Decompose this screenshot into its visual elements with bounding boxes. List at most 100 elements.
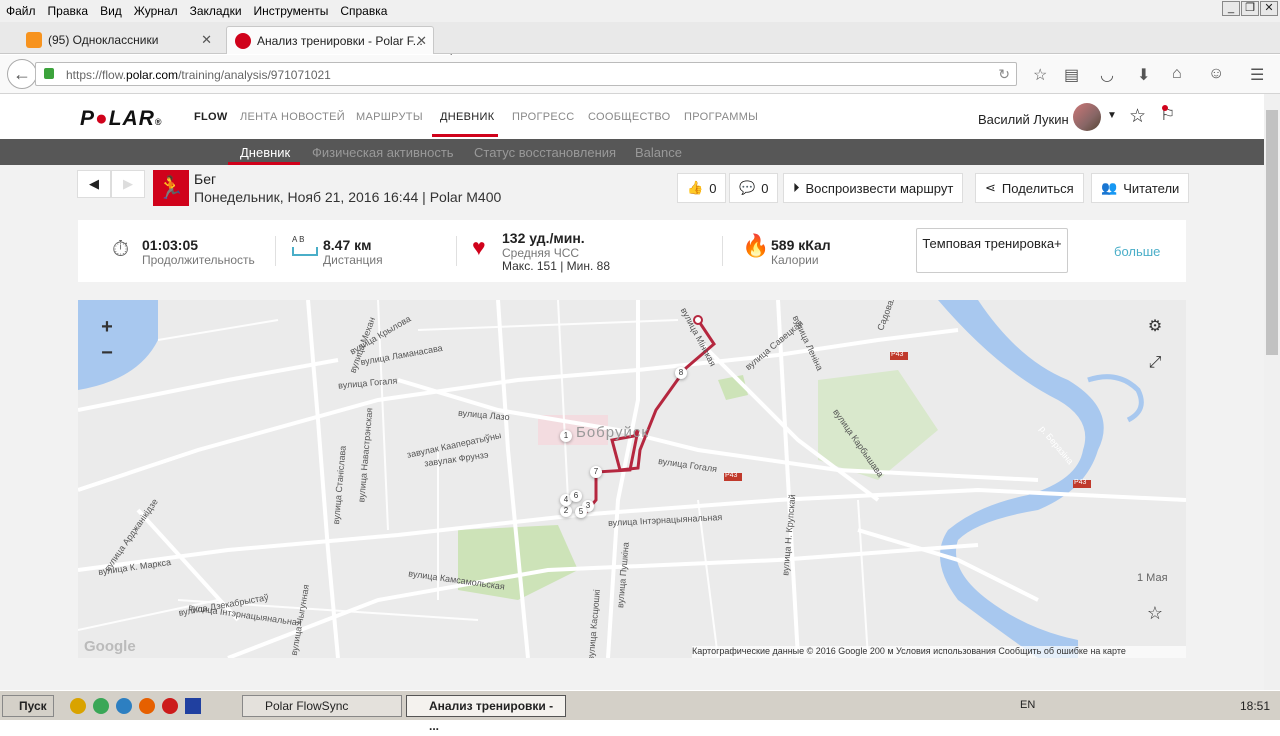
comment-button[interactable]: 💬 0 bbox=[729, 173, 779, 203]
site-header: P●LAR® FLOW ЛЕНТА НОВОСТЕЙ МАРШРУТЫ ДНЕВ… bbox=[0, 94, 1264, 139]
nav-active-underline bbox=[432, 134, 498, 137]
download-icon[interactable]: ⬇ bbox=[1137, 65, 1150, 85]
zoom-in-button[interactable]: + bbox=[94, 314, 120, 340]
clock: 18:51 bbox=[1240, 699, 1271, 713]
menu-view[interactable]: Вид bbox=[94, 4, 128, 18]
menu-tools[interactable]: Инструменты bbox=[248, 4, 335, 18]
next-training-button[interactable]: ▶ bbox=[111, 170, 145, 198]
menu-edit[interactable]: Правка bbox=[42, 4, 95, 18]
chevron-down-icon[interactable]: ▼ bbox=[1107, 110, 1117, 121]
maximize-button[interactable]: ❐ bbox=[1241, 1, 1259, 16]
app-icon[interactable] bbox=[116, 698, 132, 714]
hamburger-menu-icon[interactable]: ☰ bbox=[1250, 65, 1264, 85]
heart-rate-label: Средняя ЧСС bbox=[502, 246, 580, 260]
home-icon[interactable]: ⌂ bbox=[1172, 65, 1182, 83]
chrome-icon[interactable] bbox=[93, 698, 109, 714]
comment-icon: 💬 bbox=[739, 180, 756, 195]
like-button[interactable]: 👍 0 bbox=[677, 173, 727, 203]
tab-title: Анализ тренировки - Polar F... bbox=[257, 33, 423, 48]
more-link[interactable]: больше bbox=[1114, 244, 1160, 259]
task-polar-flowsync[interactable]: Polar FlowSync bbox=[242, 695, 402, 717]
route-map[interactable]: Р43 Р43 Р43 Бобруйск вулица Арджанікідзе… bbox=[78, 300, 1186, 658]
previous-training-button[interactable]: ◀ bbox=[77, 170, 111, 198]
lap-marker[interactable]: 7 bbox=[590, 466, 602, 478]
training-benefit-button[interactable]: Темповая тренировка+ bbox=[916, 228, 1068, 273]
share-button[interactable]: ⋖ Поделиться bbox=[975, 173, 1084, 203]
back-button[interactable]: ← bbox=[7, 59, 37, 89]
duration-value: 01:03:05 bbox=[142, 237, 199, 253]
running-icon: 🏃 bbox=[153, 170, 189, 206]
subnav-diary[interactable]: Дневник bbox=[240, 145, 290, 160]
lap-marker[interactable]: 1 bbox=[560, 430, 572, 442]
map-attribution[interactable]: Картографические данные © 2016 Google 20… bbox=[692, 646, 1186, 658]
google-logo: Google bbox=[84, 638, 136, 655]
language-indicator[interactable]: EN bbox=[1020, 699, 1035, 711]
bookmark-star-icon[interactable]: ☆ bbox=[1033, 65, 1047, 85]
flow-link[interactable]: FLOW bbox=[194, 111, 228, 123]
reload-icon[interactable]: ↻ bbox=[998, 66, 1010, 83]
minimize-button[interactable]: _ bbox=[1222, 1, 1240, 16]
city-label: Бобруйск bbox=[576, 424, 649, 441]
save-icon[interactable] bbox=[185, 698, 201, 714]
nav-progress[interactable]: ПРОГРЕСС bbox=[512, 111, 574, 123]
distance-label: Дистанция bbox=[323, 253, 383, 267]
calories-value: 589 кКал bbox=[771, 237, 831, 253]
road-sign-label: Р43 bbox=[725, 472, 738, 479]
favorites-star-icon[interactable]: ☆ bbox=[1129, 105, 1146, 128]
subnav-balance[interactable]: Balance bbox=[635, 145, 682, 160]
lap-marker[interactable]: 8 bbox=[675, 367, 687, 379]
avatar[interactable] bbox=[1073, 103, 1101, 131]
menu-file[interactable]: Файл bbox=[0, 4, 42, 18]
nav-diary[interactable]: ДНЕВНИК bbox=[440, 111, 494, 123]
close-tab-icon[interactable]: ✕ bbox=[416, 33, 427, 49]
pocket-icon[interactable]: ◡ bbox=[1100, 65, 1114, 85]
tab-title: (95) Одноклассники bbox=[48, 33, 159, 47]
lock-icon bbox=[44, 68, 54, 79]
map-settings-gear-icon[interactable]: ⚙ bbox=[1142, 314, 1168, 340]
lap-marker[interactable]: 5 bbox=[575, 506, 587, 518]
replay-route-button[interactable]: ⏵ Воспроизвести маршрут bbox=[783, 173, 964, 203]
menu-bookmarks[interactable]: Закладки bbox=[184, 4, 248, 18]
start-button[interactable]: Пуск bbox=[2, 695, 54, 717]
menu-help[interactable]: Справка bbox=[334, 4, 393, 18]
opera-icon[interactable] bbox=[162, 698, 178, 714]
chat-icon[interactable]: ☺ bbox=[1208, 65, 1224, 83]
close-tab-icon[interactable]: ✕ bbox=[201, 32, 212, 48]
divider bbox=[456, 236, 457, 266]
task-firefox[interactable]: Анализ тренировки - ... bbox=[406, 695, 566, 733]
user-name[interactable]: Василий Лукин bbox=[978, 112, 1069, 127]
menu-history[interactable]: Журнал bbox=[128, 4, 184, 18]
nav-programs[interactable]: ПРОГРАММЫ bbox=[684, 111, 758, 123]
url-text: https://flow.polar.com/training/analysis… bbox=[66, 68, 331, 82]
tab-odnoklassniki[interactable]: (95) Одноклассники ✕ bbox=[18, 26, 218, 54]
close-window-button[interactable]: ✕ bbox=[1260, 1, 1278, 16]
nav-routes[interactable]: МАРШРУТЫ bbox=[356, 111, 423, 123]
heart-rate-value: 132 уд./мин. bbox=[502, 230, 585, 246]
page-scrollbar[interactable] bbox=[1264, 94, 1280, 690]
lap-marker[interactable]: 2 bbox=[560, 505, 572, 517]
fullscreen-icon[interactable]: ⤢ bbox=[1142, 350, 1168, 376]
address-bar[interactable]: https://flow.polar.com/training/analysis… bbox=[35, 62, 1017, 86]
ruler-icon bbox=[292, 247, 318, 256]
nav-news[interactable]: ЛЕНТА НОВОСТЕЙ bbox=[240, 111, 345, 123]
app-icon[interactable] bbox=[70, 698, 86, 714]
ab-label: A B bbox=[292, 235, 305, 244]
reading-list-icon[interactable]: ▤ bbox=[1064, 65, 1079, 85]
scrollbar-thumb[interactable] bbox=[1266, 110, 1278, 355]
readers-button[interactable]: 👥 Читатели bbox=[1091, 173, 1190, 203]
tab-polar-analysis[interactable]: Анализ тренировки - Polar F... ✕ bbox=[226, 26, 434, 54]
district-label: 1 Мая bbox=[1137, 572, 1168, 584]
navigation-bar: ← https://flow.polar.com/training/analys… bbox=[0, 55, 1280, 94]
map-star-icon[interactable]: ☆ bbox=[1142, 600, 1168, 626]
sport-name: Бег bbox=[194, 171, 217, 187]
nav-community[interactable]: СООБЩЕСТВО bbox=[588, 111, 671, 123]
polar-logo[interactable]: P●LAR® bbox=[80, 107, 163, 131]
subnav-activity[interactable]: Физическая активность bbox=[312, 145, 454, 160]
firefox-icon[interactable] bbox=[139, 698, 155, 714]
lap-marker[interactable]: 6 bbox=[570, 490, 582, 502]
stopwatch-icon: ⏱ bbox=[112, 236, 130, 261]
divider bbox=[722, 236, 723, 266]
zoom-out-button[interactable]: − bbox=[94, 340, 120, 366]
calories-label: Калории bbox=[771, 253, 819, 267]
subnav-recovery[interactable]: Статус восстановления bbox=[474, 145, 616, 160]
